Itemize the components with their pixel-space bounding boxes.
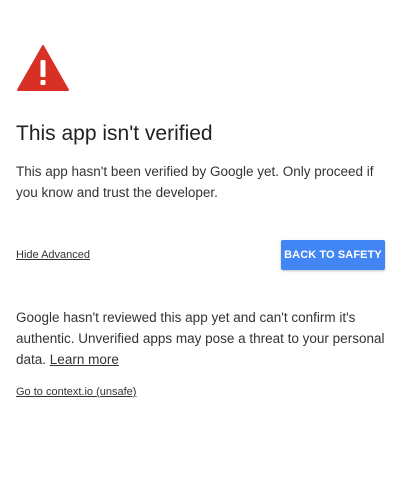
page-title: This app isn't verified — [16, 122, 213, 145]
warning-triangle-icon — [16, 44, 70, 92]
back-to-safety-button[interactable]: BACK TO SAFETY — [281, 240, 385, 270]
advanced-details-text: Google hasn't reviewed this app yet and … — [16, 307, 388, 370]
hide-advanced-link[interactable]: Hide Advanced — [16, 247, 90, 263]
learn-more-link[interactable]: Learn more — [50, 352, 119, 367]
warning-description: This app hasn't been verified by Google … — [16, 164, 374, 200]
proceed-unsafe-link[interactable]: Go to context.io (unsafe) — [16, 384, 136, 400]
